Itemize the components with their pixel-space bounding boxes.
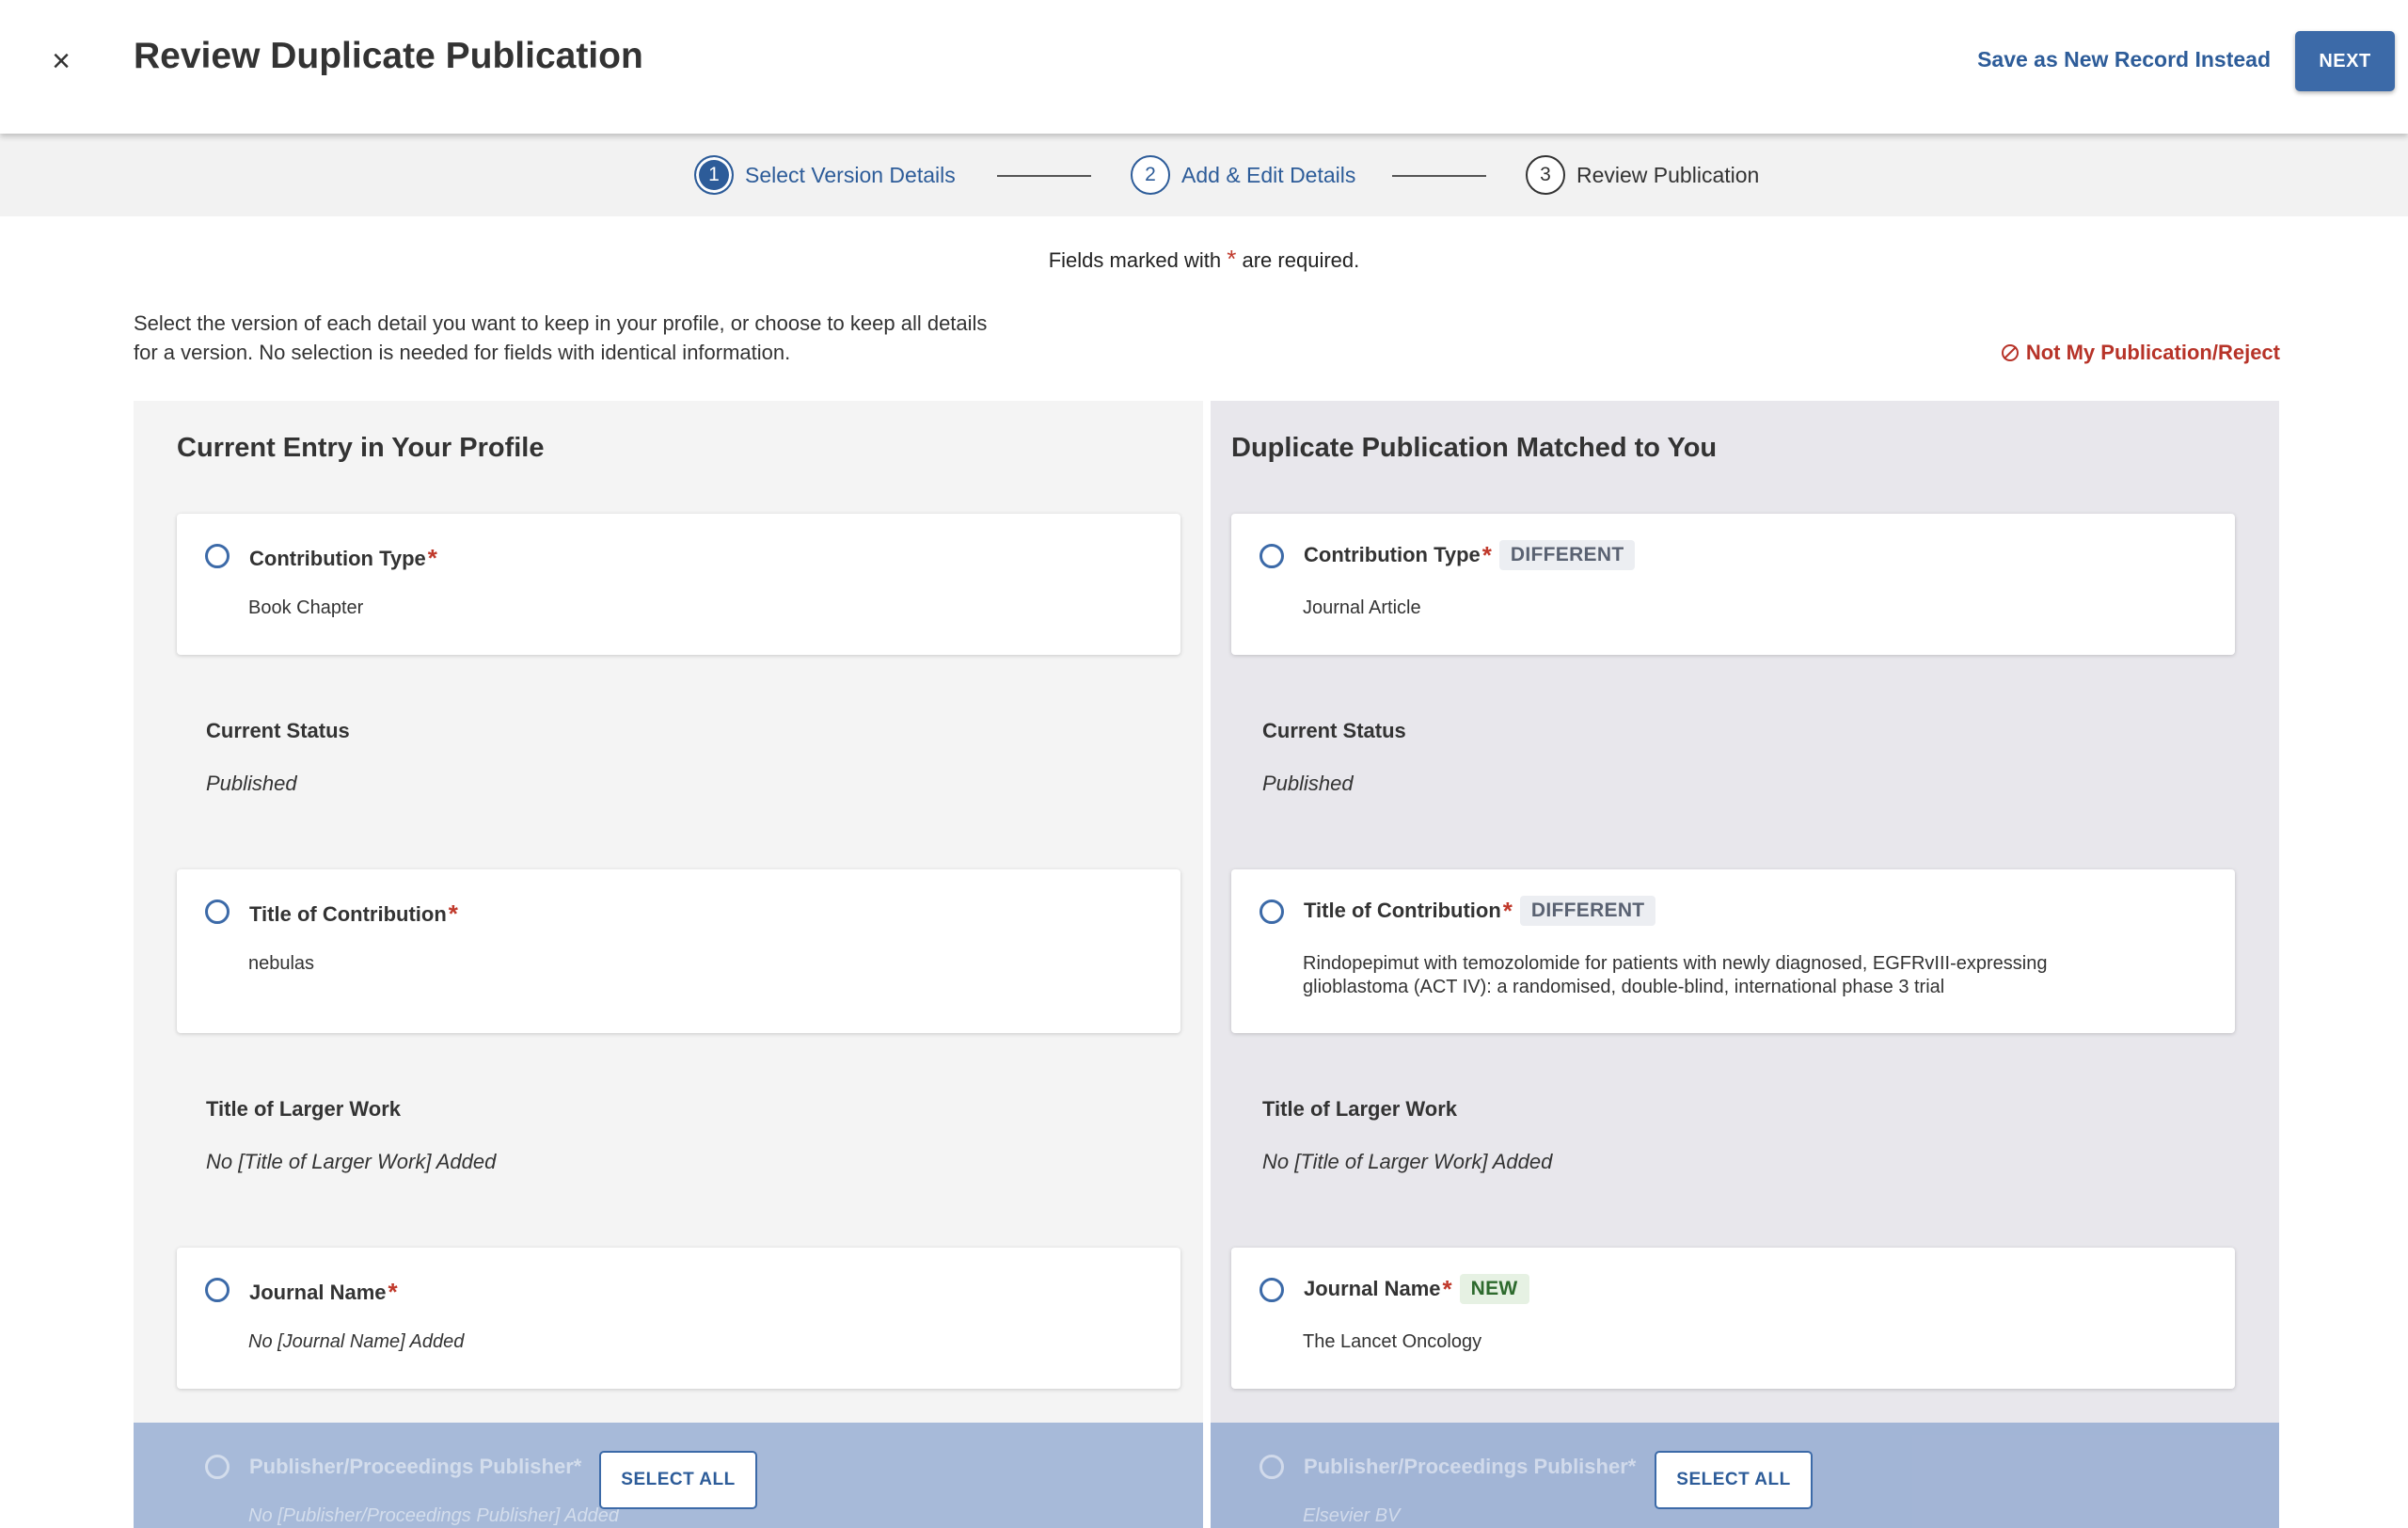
field-label-text: Journal Name — [1304, 1277, 1441, 1300]
new-badge: NEW — [1459, 1274, 1529, 1304]
different-badge: DIFFERENT — [1519, 896, 1656, 926]
prohibited-icon — [2001, 344, 2019, 361]
title-of-contribution-card-duplicate[interactable]: Title of Contribution * DIFFERENT Rindope… — [1231, 869, 2235, 1033]
contribution-type-card-duplicate[interactable]: Contribution Type * DIFFERENT Journal Art… — [1231, 514, 2235, 655]
step-2-number: 2 — [1131, 155, 1170, 195]
title-of-contribution-label: Title of Contribution * DIFFERENT — [1304, 896, 1656, 926]
journal-name-label: Journal Name * — [249, 1278, 398, 1307]
current-status-label: Current Status — [206, 719, 350, 742]
required-fields-note: Fields marked with * are required. — [0, 245, 2408, 274]
publisher-label: Publisher/Proceedings Publisher * — [1304, 1455, 1636, 1479]
publisher-radio-current — [205, 1455, 230, 1479]
page-header: × Review Duplicate Publication Save as N… — [0, 0, 2408, 134]
field-label-text: Contribution Type — [249, 546, 426, 570]
journal-name-label: Journal Name * NEW — [1304, 1274, 1529, 1304]
select-all-bar-current: Publisher/Proceedings Publisher * No [Pub… — [134, 1423, 1203, 1528]
journal-name-value: The Lancet Oncology — [1303, 1331, 1482, 1352]
publisher-radio-duplicate — [1259, 1455, 1284, 1479]
instructions-text: Select the version of each detail you wa… — [134, 311, 988, 364]
not-my-publication-reject-link[interactable]: Not My Publication/Reject — [2001, 341, 2280, 365]
required-star: * — [427, 544, 437, 572]
field-label-text: Title of Contribution — [249, 901, 447, 926]
page-title: Review Duplicate Publication — [134, 36, 643, 76]
required-note-before: Fields marked with — [1048, 248, 1222, 272]
current-entry-column: Current Entry in Your Profile Contributi… — [134, 401, 1203, 1528]
close-icon[interactable]: × — [47, 43, 75, 79]
contribution-type-value: Journal Article — [1303, 597, 1421, 618]
step-select-version-details[interactable]: 1 Select Version Details — [694, 155, 956, 195]
publisher-label: Publisher/Proceedings Publisher * — [249, 1455, 581, 1479]
required-star: * — [1442, 1274, 1452, 1303]
step-1-label: Select Version Details — [745, 162, 956, 187]
title-of-contribution-value: nebulas — [248, 953, 315, 974]
publisher-value: No [Publisher/Proceedings Publisher] Add… — [248, 1505, 619, 1526]
title-of-contribution-radio-current[interactable] — [205, 899, 230, 924]
step-connector — [1392, 175, 1486, 177]
journal-name-radio-duplicate[interactable] — [1259, 1278, 1284, 1302]
step-2-label: Add & Edit Details — [1181, 162, 1356, 187]
duplicate-publication-column: Duplicate Publication Matched to You Con… — [1211, 401, 2279, 1528]
contribution-type-radio-duplicate[interactable] — [1259, 544, 1284, 568]
required-star: * — [1481, 540, 1492, 569]
field-label-text: Publisher/Proceedings Publisher — [249, 1455, 574, 1478]
contribution-type-radio-current[interactable] — [205, 544, 230, 568]
publisher-value: Elsevier BV — [1303, 1505, 1401, 1526]
required-star: * — [1227, 245, 1237, 273]
current-entry-title: Current Entry in Your Profile — [177, 433, 545, 463]
different-badge: DIFFERENT — [1498, 540, 1636, 570]
required-note-after: are required. — [1242, 248, 1360, 272]
field-label-text: Publisher/Proceedings Publisher — [1304, 1455, 1628, 1478]
title-of-contribution-label: Title of Contribution * — [249, 899, 458, 929]
contribution-type-label: Contribution Type * — [249, 544, 437, 573]
contribution-type-card-current[interactable]: Contribution Type * Book Chapter — [177, 514, 1180, 655]
required-star: * — [573, 1455, 582, 1478]
required-star: * — [388, 1278, 398, 1306]
required-star: * — [1627, 1455, 1637, 1478]
title-larger-work-value: No [Title of Larger Work] Added — [1262, 1150, 1553, 1173]
contribution-type-value: Book Chapter — [248, 597, 364, 618]
title-larger-work-label: Title of Larger Work — [1262, 1097, 1458, 1121]
select-all-duplicate-button[interactable]: SELECT ALL — [1655, 1451, 1813, 1509]
journal-name-value: No [Journal Name] Added — [248, 1331, 465, 1352]
journal-name-card-duplicate[interactable]: Journal Name * NEW The Lancet Oncology — [1231, 1248, 2235, 1389]
step-connector — [997, 175, 1091, 177]
step-3-number: 3 — [1526, 155, 1565, 195]
title-larger-work-value: No [Title of Larger Work] Added — [206, 1150, 497, 1173]
title-of-contribution-radio-duplicate[interactable] — [1259, 899, 1284, 924]
next-button[interactable]: NEXT — [2295, 31, 2395, 91]
current-status-value: Published — [1262, 772, 1354, 795]
journal-name-radio-current[interactable] — [205, 1278, 230, 1302]
required-star: * — [448, 899, 458, 928]
reject-label: Not My Publication/Reject — [2025, 341, 2280, 364]
title-of-contribution-card-current[interactable]: Title of Contribution * nebulas — [177, 869, 1180, 1033]
current-status-label: Current Status — [1262, 719, 1406, 742]
required-star: * — [1502, 896, 1513, 925]
save-as-new-record-link[interactable]: Save as New Record Instead — [1977, 47, 2271, 72]
select-all-bar-duplicate: Publisher/Proceedings Publisher * Elsevie… — [1211, 1423, 2279, 1528]
step-1-number: 1 — [694, 155, 734, 195]
select-all-current-button[interactable]: SELECT ALL — [599, 1451, 757, 1509]
contribution-type-label: Contribution Type * DIFFERENT — [1304, 540, 1636, 570]
journal-name-card-current[interactable]: Journal Name * No [Journal Name] Added — [177, 1248, 1180, 1389]
field-label-text: Journal Name — [249, 1280, 387, 1304]
field-label-text: Title of Contribution — [1304, 899, 1501, 922]
current-status-value: Published — [206, 772, 297, 795]
step-review-publication[interactable]: 3 Review Publication — [1526, 155, 1759, 195]
duplicate-publication-title: Duplicate Publication Matched to You — [1231, 433, 1718, 463]
title-of-contribution-value: Rindopepimut with temozolomide for patie… — [1303, 953, 2048, 997]
step-3-label: Review Publication — [1576, 162, 1760, 187]
step-add-edit-details[interactable]: 2 Add & Edit Details — [1131, 155, 1355, 195]
title-larger-work-label: Title of Larger Work — [206, 1097, 402, 1121]
field-label-text: Contribution Type — [1304, 543, 1481, 566]
progress-stepper: 1 Select Version Details 2 Add & Edit De… — [0, 134, 2408, 216]
